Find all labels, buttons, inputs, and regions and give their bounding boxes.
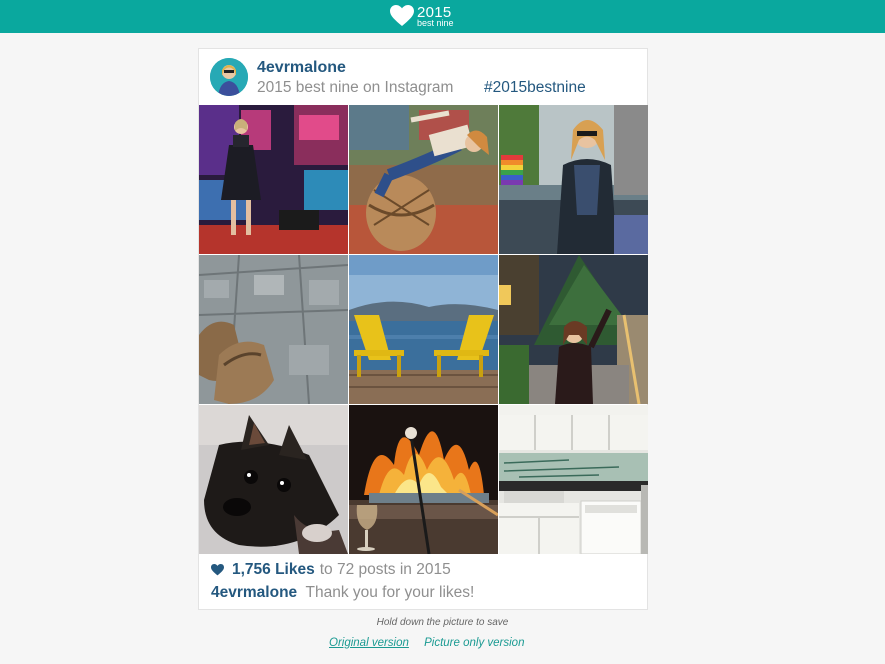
original-version-link[interactable]: Original version — [329, 637, 409, 649]
app-logo[interactable]: 2015 best nine — [390, 3, 454, 29]
heart-icon — [211, 564, 224, 576]
likes-summary: 1,756 Likes to 72 posts in 2015 — [211, 561, 451, 579]
picture-only-version-link[interactable]: Picture only version — [424, 637, 524, 649]
avatar[interactable] — [210, 58, 248, 96]
thanks-message: 4evrmalone Thank you for your likes! — [211, 584, 474, 602]
top-bar: 2015 best nine — [0, 0, 885, 33]
best-nine-card: 4evrmalone 2015 best nine on Instagram #… — [198, 48, 648, 610]
photo-kitchen[interactable] — [499, 405, 648, 554]
photo-lake-chairs[interactable] — [349, 255, 498, 404]
username-link[interactable]: 4evrmalone — [257, 59, 346, 77]
heart-icon — [390, 5, 414, 26]
version-links: Original version Picture only version — [329, 637, 524, 649]
logo-subtitle: best nine — [417, 17, 454, 28]
likes-count: 1,756 Likes — [232, 561, 315, 578]
thanks-text: Thank you for your likes! — [305, 584, 475, 601]
photo-fire-pit[interactable] — [349, 405, 498, 554]
photo-french-bulldog[interactable] — [199, 405, 348, 554]
card-subtitle: 2015 best nine on Instagram — [257, 79, 454, 96]
photo-boots-map[interactable] — [199, 255, 348, 404]
photo-grid[interactable] — [199, 105, 648, 554]
photo-pride-parade[interactable] — [499, 105, 648, 254]
photo-drum-seat[interactable] — [349, 105, 498, 254]
photo-times-square[interactable] — [199, 105, 348, 254]
thanks-username[interactable]: 4evrmalone — [211, 584, 297, 601]
hashtag-link[interactable]: #2015bestnine — [484, 79, 586, 97]
photo-christmas-tree[interactable] — [499, 255, 648, 404]
save-hint: Hold down the picture to save — [376, 617, 509, 628]
likes-suffix: to 72 posts in 2015 — [319, 561, 451, 578]
